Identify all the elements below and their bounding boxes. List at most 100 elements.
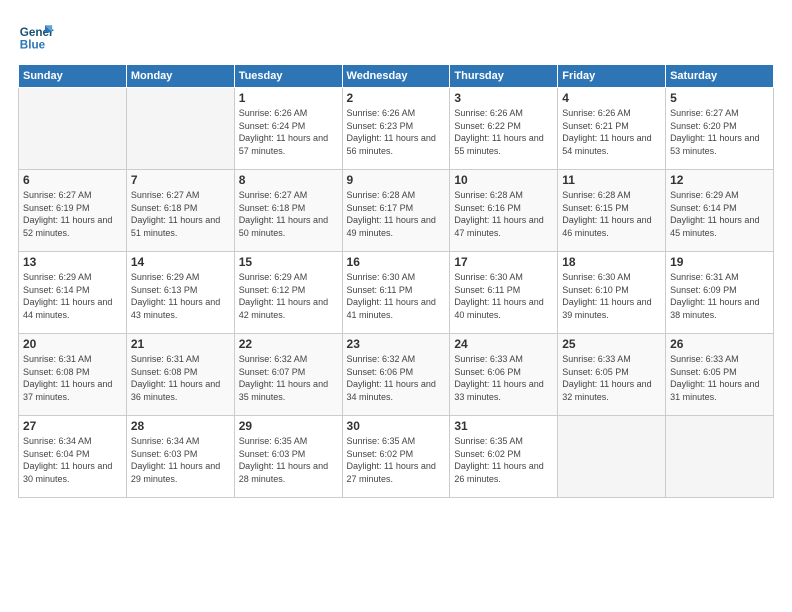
calendar-cell: 30Sunrise: 6:35 AMSunset: 6:02 PMDayligh… [342,416,450,498]
calendar-day-header: Wednesday [342,65,450,88]
calendar-cell [666,416,774,498]
day-info: Sunrise: 6:27 AMSunset: 6:18 PMDaylight:… [131,189,230,239]
calendar-cell: 11 Sunrise: 6:28 AMSunset: 6:15 PMDayligh… [558,170,666,252]
day-info: Sunrise: 6:33 AMSunset: 6:05 PMDaylight:… [670,353,769,403]
calendar-cell: 18Sunrise: 6:30 AMSunset: 6:10 PMDayligh… [558,252,666,334]
day-info: Sunrise: 6:31 AMSunset: 6:09 PMDaylight:… [670,271,769,321]
day-number: 14 [131,255,230,269]
calendar-cell: 13 Sunrise: 6:29 AMSunset: 6:14 PMDayligh… [19,252,127,334]
day-number: 13 [23,255,122,269]
day-info: Sunrise: 6:29 AMSunset: 6:12 PMDaylight:… [239,271,338,321]
day-number: 17 [454,255,553,269]
calendar-cell [558,416,666,498]
day-info: Sunrise: 6:27 AMSunset: 6:18 PMDaylight:… [239,189,338,239]
day-info: Sunrise: 6:26 AMSunset: 6:21 PMDaylight:… [562,107,661,157]
day-number: 11 [562,173,661,187]
day-number: 2 [347,91,446,105]
calendar-cell [19,88,127,170]
day-number: 19 [670,255,769,269]
day-number: 22 [239,337,338,351]
calendar-cell: 5 Sunrise: 6:27 AMSunset: 6:20 PMDaylight… [666,88,774,170]
day-number: 26 [670,337,769,351]
calendar-cell: 23 Sunrise: 6:32 AMSunset: 6:06 PMDayligh… [342,334,450,416]
calendar-cell: 29 Sunrise: 6:35 AMSunset: 6:03 PMDayligh… [234,416,342,498]
header: General Blue [18,18,774,54]
day-info: Sunrise: 6:27 AMSunset: 6:19 PMDaylight:… [23,189,122,239]
calendar-cell: 2 Sunrise: 6:26 AMSunset: 6:23 PMDaylight… [342,88,450,170]
calendar-cell [126,88,234,170]
calendar-week-row: 13 Sunrise: 6:29 AMSunset: 6:14 PMDayligh… [19,252,774,334]
calendar-cell: 4 Sunrise: 6:26 AMSunset: 6:21 PMDaylight… [558,88,666,170]
day-number: 21 [131,337,230,351]
day-number: 20 [23,337,122,351]
day-number: 28 [131,419,230,433]
day-info: Sunrise: 6:27 AMSunset: 6:20 PMDaylight:… [670,107,769,157]
day-info: Sunrise: 6:29 AMSunset: 6:14 PMDaylight:… [670,189,769,239]
calendar-cell: 9 Sunrise: 6:28 AMSunset: 6:17 PMDaylight… [342,170,450,252]
calendar-cell: 15 Sunrise: 6:29 AMSunset: 6:12 PMDayligh… [234,252,342,334]
calendar-cell: 27 Sunrise: 6:34 AMSunset: 6:04 PMDayligh… [19,416,127,498]
calendar-cell: 17 Sunrise: 6:30 AMSunset: 6:11 PMDayligh… [450,252,558,334]
svg-text:Blue: Blue [20,39,46,52]
day-info: Sunrise: 6:35 AMSunset: 6:02 PMDaylight:… [347,435,446,485]
calendar-cell: 25Sunrise: 6:33 AMSunset: 6:05 PMDayligh… [558,334,666,416]
day-info: Sunrise: 6:34 AMSunset: 6:04 PMDaylight:… [23,435,122,485]
day-info: Sunrise: 6:26 AMSunset: 6:22 PMDaylight:… [454,107,553,157]
calendar-week-row: 27 Sunrise: 6:34 AMSunset: 6:04 PMDayligh… [19,416,774,498]
day-number: 16 [347,255,446,269]
day-number: 29 [239,419,338,433]
calendar-cell: 21 Sunrise: 6:31 AMSunset: 6:08 PMDayligh… [126,334,234,416]
day-number: 5 [670,91,769,105]
calendar-cell: 8 Sunrise: 6:27 AMSunset: 6:18 PMDaylight… [234,170,342,252]
calendar-cell: 16 Sunrise: 6:30 AMSunset: 6:11 PMDayligh… [342,252,450,334]
calendar-header-row: SundayMondayTuesdayWednesdayThursdayFrid… [19,65,774,88]
day-info: Sunrise: 6:35 AMSunset: 6:03 PMDaylight:… [239,435,338,485]
calendar-cell: 1Sunrise: 6:26 AMSunset: 6:24 PMDaylight… [234,88,342,170]
day-number: 27 [23,419,122,433]
day-info: Sunrise: 6:31 AMSunset: 6:08 PMDaylight:… [23,353,122,403]
calendar-cell: 31Sunrise: 6:35 AMSunset: 6:02 PMDayligh… [450,416,558,498]
calendar-week-row: 1Sunrise: 6:26 AMSunset: 6:24 PMDaylight… [19,88,774,170]
day-number: 24 [454,337,553,351]
day-info: Sunrise: 6:34 AMSunset: 6:03 PMDaylight:… [131,435,230,485]
logo: General Blue [18,18,58,54]
day-number: 6 [23,173,122,187]
calendar-week-row: 20 Sunrise: 6:31 AMSunset: 6:08 PMDayligh… [19,334,774,416]
calendar-cell: 10 Sunrise: 6:28 AMSunset: 6:16 PMDayligh… [450,170,558,252]
calendar-day-header: Tuesday [234,65,342,88]
day-info: Sunrise: 6:29 AMSunset: 6:13 PMDaylight:… [131,271,230,321]
calendar-week-row: 6 Sunrise: 6:27 AMSunset: 6:19 PMDaylight… [19,170,774,252]
day-info: Sunrise: 6:31 AMSunset: 6:08 PMDaylight:… [131,353,230,403]
calendar-cell: 3Sunrise: 6:26 AMSunset: 6:22 PMDaylight… [450,88,558,170]
day-number: 9 [347,173,446,187]
day-number: 18 [562,255,661,269]
logo-icon: General Blue [18,18,54,54]
day-number: 10 [454,173,553,187]
calendar-day-header: Monday [126,65,234,88]
calendar-cell: 28 Sunrise: 6:34 AMSunset: 6:03 PMDayligh… [126,416,234,498]
day-info: Sunrise: 6:33 AMSunset: 6:06 PMDaylight:… [454,353,553,403]
day-info: Sunrise: 6:29 AMSunset: 6:14 PMDaylight:… [23,271,122,321]
calendar-cell: 22 Sunrise: 6:32 AMSunset: 6:07 PMDayligh… [234,334,342,416]
day-info: Sunrise: 6:35 AMSunset: 6:02 PMDaylight:… [454,435,553,485]
day-info: Sunrise: 6:28 AMSunset: 6:17 PMDaylight:… [347,189,446,239]
calendar-cell: 19 Sunrise: 6:31 AMSunset: 6:09 PMDayligh… [666,252,774,334]
day-info: Sunrise: 6:28 AMSunset: 6:15 PMDaylight:… [562,189,661,239]
day-number: 8 [239,173,338,187]
day-number: 23 [347,337,446,351]
calendar-cell: 14 Sunrise: 6:29 AMSunset: 6:13 PMDayligh… [126,252,234,334]
day-info: Sunrise: 6:30 AMSunset: 6:11 PMDaylight:… [347,271,446,321]
calendar-cell: 7Sunrise: 6:27 AMSunset: 6:18 PMDaylight… [126,170,234,252]
day-info: Sunrise: 6:26 AMSunset: 6:23 PMDaylight:… [347,107,446,157]
day-info: Sunrise: 6:32 AMSunset: 6:07 PMDaylight:… [239,353,338,403]
day-info: Sunrise: 6:28 AMSunset: 6:16 PMDaylight:… [454,189,553,239]
page: General Blue SundayMondayTuesdayWednesda… [0,0,792,612]
day-number: 15 [239,255,338,269]
calendar-cell: 20 Sunrise: 6:31 AMSunset: 6:08 PMDayligh… [19,334,127,416]
day-info: Sunrise: 6:32 AMSunset: 6:06 PMDaylight:… [347,353,446,403]
day-number: 1 [239,91,338,105]
calendar-cell: 12Sunrise: 6:29 AMSunset: 6:14 PMDayligh… [666,170,774,252]
day-info: Sunrise: 6:30 AMSunset: 6:11 PMDaylight:… [454,271,553,321]
day-number: 25 [562,337,661,351]
day-number: 4 [562,91,661,105]
